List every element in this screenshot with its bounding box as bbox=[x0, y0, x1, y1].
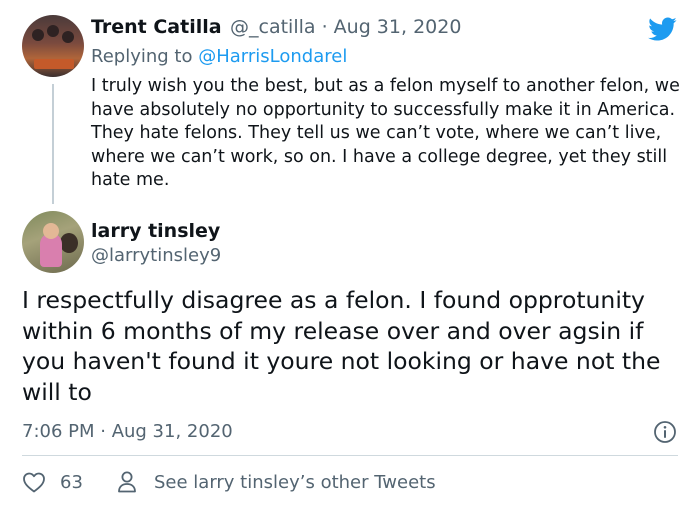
heart-icon[interactable] bbox=[22, 471, 46, 493]
main-avatar[interactable] bbox=[22, 211, 84, 273]
parent-display-name[interactable]: Trent Catilla bbox=[91, 16, 222, 38]
tweet-timestamp[interactable]: 7:06 PM · Aug 31, 2020 bbox=[22, 421, 233, 442]
parent-date[interactable]: Aug 31, 2020 bbox=[334, 16, 462, 38]
like-count[interactable]: 63 bbox=[60, 472, 83, 493]
parent-handle[interactable]: @_catilla bbox=[230, 16, 316, 38]
main-handle[interactable]: @larrytinsley9 bbox=[91, 245, 221, 266]
reply-mention-link[interactable]: @HarrisLondarel bbox=[198, 46, 347, 67]
replying-to: Replying to @HarrisLondarel bbox=[91, 46, 347, 67]
info-icon[interactable] bbox=[653, 420, 677, 444]
see-other-tweets-link[interactable]: See larry tinsley’s other Tweets bbox=[154, 472, 436, 493]
main-display-name[interactable]: larry tinsley bbox=[91, 220, 220, 242]
reply-prefix: Replying to bbox=[91, 46, 193, 67]
thread-line bbox=[52, 84, 54, 204]
meta-separator: · bbox=[321, 16, 328, 38]
parent-tweet-text: I truly wish you the best, but as a felo… bbox=[91, 76, 680, 190]
parent-meta: @_catilla · Aug 31, 2020 bbox=[230, 16, 461, 38]
main-tweet-text: I respectfully disagree as a felon. I fo… bbox=[22, 286, 661, 406]
twitter-bird-icon[interactable] bbox=[646, 14, 678, 44]
parent-avatar[interactable] bbox=[22, 15, 84, 77]
divider bbox=[22, 455, 678, 456]
user-icon[interactable] bbox=[117, 470, 137, 494]
